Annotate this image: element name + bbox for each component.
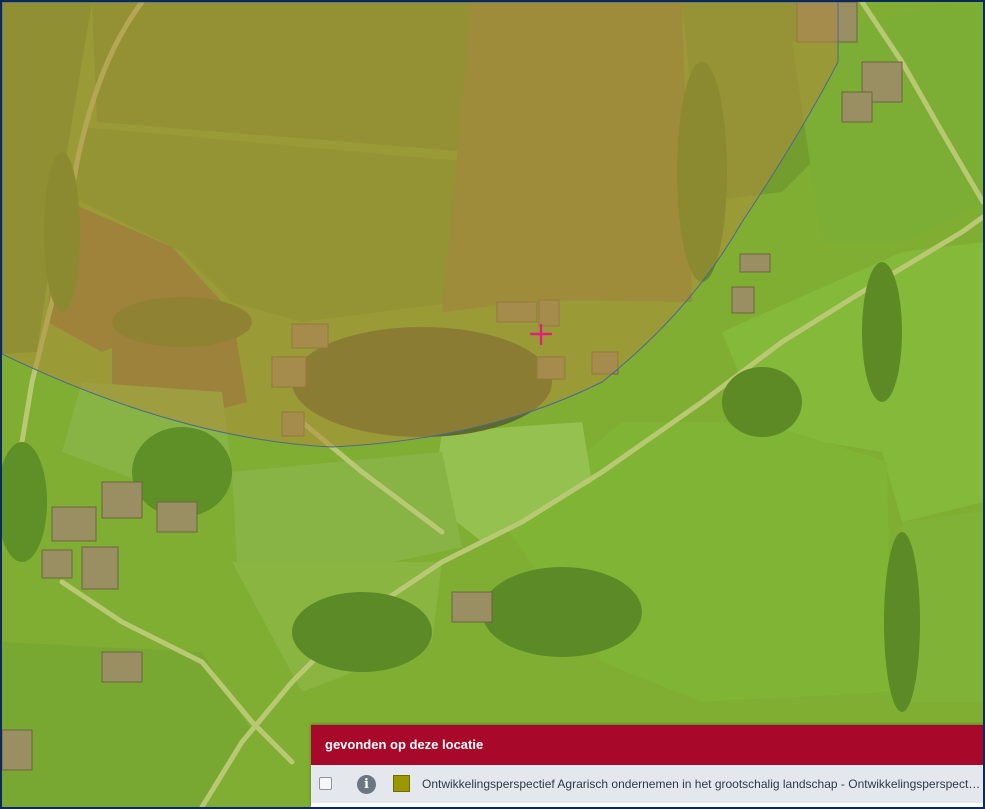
result-row[interactable]: i Ontwikkelingsperspectief Agrarisch ond… bbox=[311, 765, 983, 803]
result-label[interactable]: Ontwikkelingsperspectief Agrarisch onder… bbox=[422, 765, 981, 803]
results-panel-title: gevonden op deze locatie bbox=[311, 725, 983, 765]
layer-checkbox[interactable] bbox=[319, 777, 332, 790]
aerial-map[interactable] bbox=[2, 2, 983, 807]
legend-swatch bbox=[393, 775, 410, 792]
info-icon[interactable]: i bbox=[357, 775, 376, 794]
map-frame: gevonden op deze locatie i Ontwikkelings… bbox=[0, 0, 985, 809]
results-panel: gevonden op deze locatie i Ontwikkelings… bbox=[311, 725, 983, 807]
